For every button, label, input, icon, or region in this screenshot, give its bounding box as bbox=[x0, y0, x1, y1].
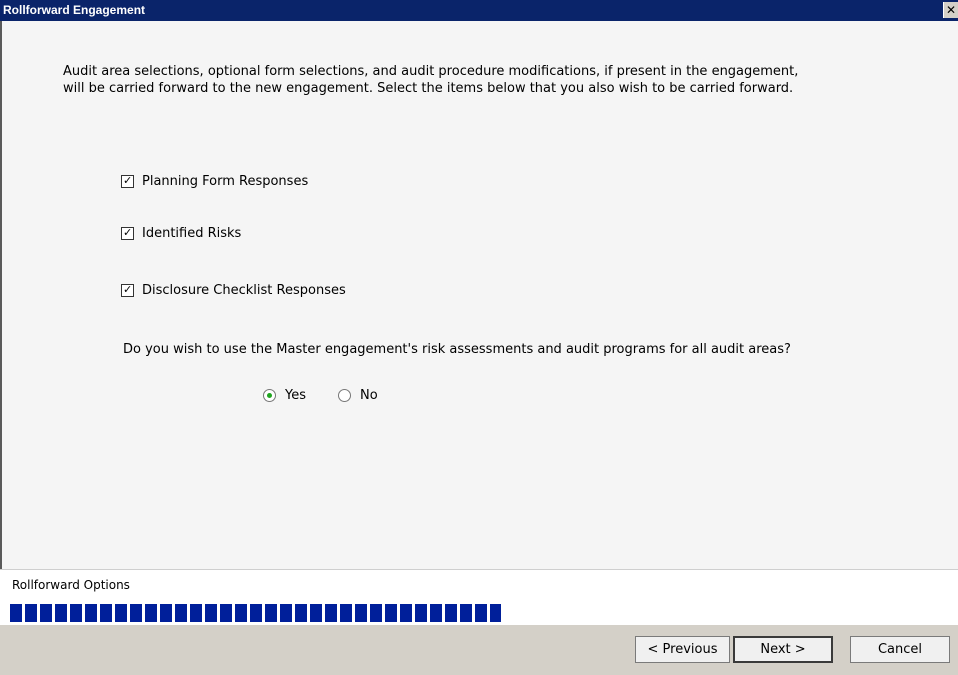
checkbox-icon[interactable]: ✓ bbox=[121, 174, 134, 188]
check-mark-icon: ✓ bbox=[123, 226, 133, 239]
intro-line-1: Audit area selections, optional form sel… bbox=[63, 64, 799, 79]
intro-text: Audit area selections, optional form sel… bbox=[63, 63, 943, 97]
master-engagement-question: Do you wish to use the Master engagement… bbox=[123, 342, 791, 357]
intro-line-2: will be carried forward to the new engag… bbox=[63, 81, 794, 96]
checkbox-disclosure-checklist-responses[interactable]: ✓ Disclosure Checklist Responses bbox=[121, 283, 346, 298]
checkbox-identified-risks[interactable]: ✓ Identified Risks bbox=[121, 226, 241, 241]
checkbox-icon[interactable]: ✓ bbox=[121, 283, 134, 297]
status-label: Rollforward Options bbox=[12, 578, 130, 592]
radio-selected-icon[interactable] bbox=[263, 389, 276, 402]
content-panel: Audit area selections, optional form sel… bbox=[0, 21, 958, 569]
radio-yes[interactable]: Yes bbox=[263, 388, 306, 403]
checkbox-label: Identified Risks bbox=[142, 226, 242, 241]
radio-unselected-icon[interactable] bbox=[338, 389, 351, 402]
check-mark-icon: ✓ bbox=[123, 174, 133, 187]
checkbox-label: Planning Form Responses bbox=[142, 174, 309, 189]
check-mark-icon: ✓ bbox=[123, 283, 133, 296]
radio-no[interactable]: No bbox=[338, 388, 378, 403]
cancel-button[interactable]: Cancel bbox=[850, 636, 950, 663]
next-button[interactable]: Next > bbox=[733, 636, 833, 663]
checkbox-label: Disclosure Checklist Responses bbox=[142, 283, 346, 298]
radio-group-master-engagement: Yes No bbox=[263, 388, 378, 403]
radio-dot-icon bbox=[267, 393, 272, 398]
progress-bar bbox=[0, 601, 958, 625]
window-title: Rollforward Engagement bbox=[3, 3, 146, 17]
checkbox-planning-form-responses[interactable]: ✓ Planning Form Responses bbox=[121, 174, 308, 189]
checkbox-icon[interactable]: ✓ bbox=[121, 226, 134, 240]
previous-button[interactable]: < Previous bbox=[635, 636, 730, 663]
progress-fill bbox=[10, 604, 501, 622]
close-icon[interactable]: ✕ bbox=[943, 2, 958, 18]
status-strip: Rollforward Options bbox=[0, 569, 958, 602]
button-bar: < Previous Next > Cancel bbox=[0, 625, 958, 675]
title-bar: Rollforward Engagement ✕ bbox=[0, 0, 958, 21]
radio-label-yes: Yes bbox=[285, 388, 306, 403]
radio-label-no: No bbox=[360, 388, 378, 403]
